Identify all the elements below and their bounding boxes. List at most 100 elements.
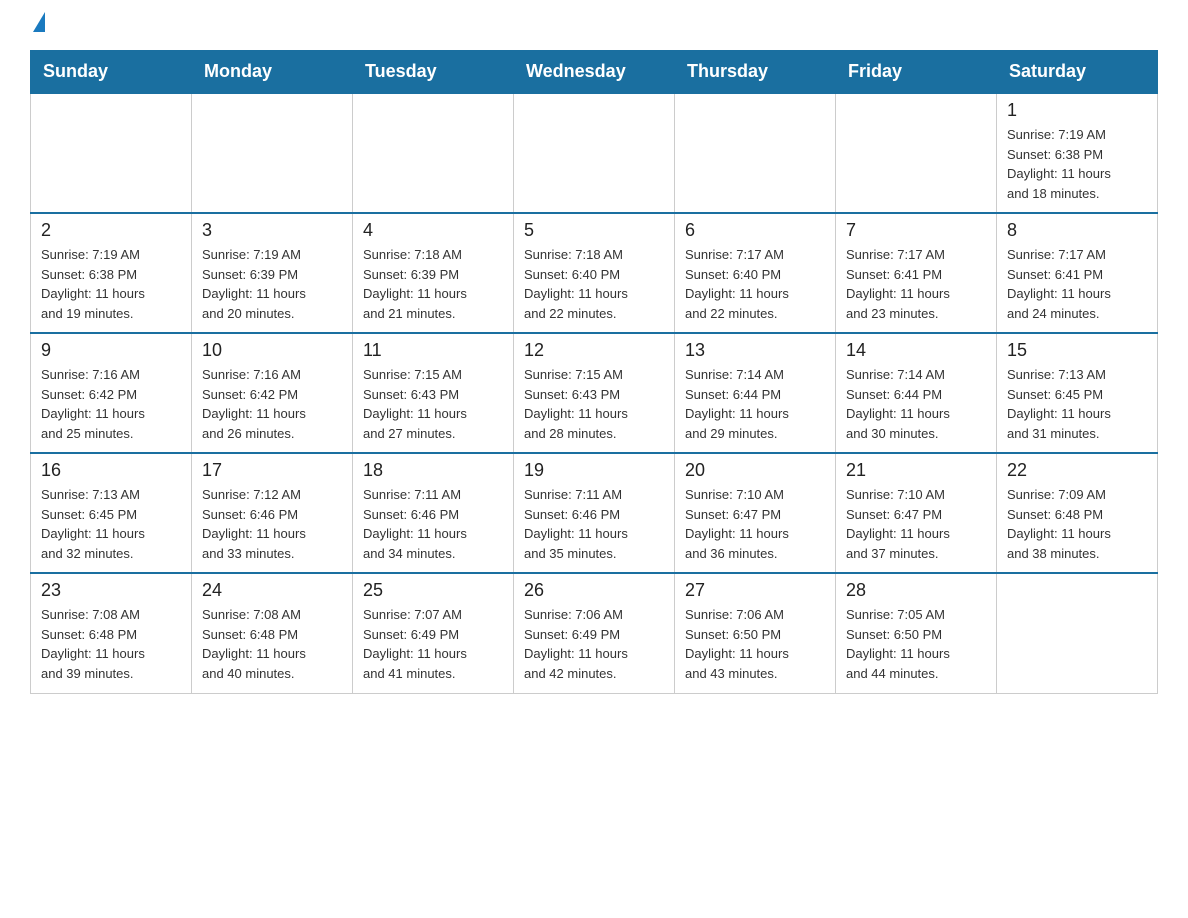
calendar-cell: 2 Sunrise: 7:19 AM Sunset: 6:38 PM Daylig…: [31, 213, 192, 333]
calendar-cell: [514, 93, 675, 213]
day-header-thursday: Thursday: [675, 51, 836, 94]
day-info: Sunrise: 7:14 AM Sunset: 6:44 PM Dayligh…: [685, 367, 789, 441]
day-info: Sunrise: 7:17 AM Sunset: 6:41 PM Dayligh…: [1007, 247, 1111, 321]
calendar-cell: 4 Sunrise: 7:18 AM Sunset: 6:39 PM Daylig…: [353, 213, 514, 333]
day-info: Sunrise: 7:18 AM Sunset: 6:39 PM Dayligh…: [363, 247, 467, 321]
day-number: 26: [524, 580, 664, 601]
calendar-cell: 16 Sunrise: 7:13 AM Sunset: 6:45 PM Dayli…: [31, 453, 192, 573]
week-row-4: 16 Sunrise: 7:13 AM Sunset: 6:45 PM Dayli…: [31, 453, 1158, 573]
week-row-1: 1 Sunrise: 7:19 AM Sunset: 6:38 PM Daylig…: [31, 93, 1158, 213]
day-number: 27: [685, 580, 825, 601]
day-info: Sunrise: 7:08 AM Sunset: 6:48 PM Dayligh…: [41, 607, 145, 681]
day-number: 25: [363, 580, 503, 601]
day-header-monday: Monday: [192, 51, 353, 94]
day-info: Sunrise: 7:19 AM Sunset: 6:39 PM Dayligh…: [202, 247, 306, 321]
day-number: 11: [363, 340, 503, 361]
day-info: Sunrise: 7:06 AM Sunset: 6:49 PM Dayligh…: [524, 607, 628, 681]
calendar-cell: 18 Sunrise: 7:11 AM Sunset: 6:46 PM Dayli…: [353, 453, 514, 573]
day-number: 10: [202, 340, 342, 361]
day-info: Sunrise: 7:11 AM Sunset: 6:46 PM Dayligh…: [363, 487, 467, 561]
day-info: Sunrise: 7:15 AM Sunset: 6:43 PM Dayligh…: [363, 367, 467, 441]
day-info: Sunrise: 7:14 AM Sunset: 6:44 PM Dayligh…: [846, 367, 950, 441]
page-header: [30, 20, 1158, 40]
calendar-cell: 26 Sunrise: 7:06 AM Sunset: 6:49 PM Dayli…: [514, 573, 675, 693]
calendar-cell: 7 Sunrise: 7:17 AM Sunset: 6:41 PM Daylig…: [836, 213, 997, 333]
calendar-cell: [192, 93, 353, 213]
day-info: Sunrise: 7:19 AM Sunset: 6:38 PM Dayligh…: [41, 247, 145, 321]
calendar-cell: 15 Sunrise: 7:13 AM Sunset: 6:45 PM Dayli…: [997, 333, 1158, 453]
day-number: 1: [1007, 100, 1147, 121]
day-number: 22: [1007, 460, 1147, 481]
day-number: 9: [41, 340, 181, 361]
day-info: Sunrise: 7:12 AM Sunset: 6:46 PM Dayligh…: [202, 487, 306, 561]
day-number: 4: [363, 220, 503, 241]
day-info: Sunrise: 7:07 AM Sunset: 6:49 PM Dayligh…: [363, 607, 467, 681]
calendar-cell: 10 Sunrise: 7:16 AM Sunset: 6:42 PM Dayli…: [192, 333, 353, 453]
calendar-cell: 11 Sunrise: 7:15 AM Sunset: 6:43 PM Dayli…: [353, 333, 514, 453]
calendar-cell: 20 Sunrise: 7:10 AM Sunset: 6:47 PM Dayli…: [675, 453, 836, 573]
calendar-cell: 19Sunrise: 7:11 AM Sunset: 6:46 PM Dayli…: [514, 453, 675, 573]
calendar-cell: 28 Sunrise: 7:05 AM Sunset: 6:50 PM Dayli…: [836, 573, 997, 693]
calendar-cell: [675, 93, 836, 213]
day-info: Sunrise: 7:06 AM Sunset: 6:50 PM Dayligh…: [685, 607, 789, 681]
day-number: 2: [41, 220, 181, 241]
day-info: Sunrise: 7:16 AM Sunset: 6:42 PM Dayligh…: [41, 367, 145, 441]
calendar-cell: 21 Sunrise: 7:10 AM Sunset: 6:47 PM Dayli…: [836, 453, 997, 573]
day-info: Sunrise: 7:18 AM Sunset: 6:40 PM Dayligh…: [524, 247, 628, 321]
day-number: 15: [1007, 340, 1147, 361]
day-number: 28: [846, 580, 986, 601]
day-info: Sunrise: 7:13 AM Sunset: 6:45 PM Dayligh…: [1007, 367, 1111, 441]
day-number: 20: [685, 460, 825, 481]
day-info: Sunrise: 7:17 AM Sunset: 6:41 PM Dayligh…: [846, 247, 950, 321]
day-info: Sunrise: 7:09 AM Sunset: 6:48 PM Dayligh…: [1007, 487, 1111, 561]
calendar-table: SundayMondayTuesdayWednesdayThursdayFrid…: [30, 50, 1158, 694]
calendar-cell: 14 Sunrise: 7:14 AM Sunset: 6:44 PM Dayli…: [836, 333, 997, 453]
day-headers-row: SundayMondayTuesdayWednesdayThursdayFrid…: [31, 51, 1158, 94]
week-row-3: 9 Sunrise: 7:16 AM Sunset: 6:42 PM Daylig…: [31, 333, 1158, 453]
day-number: 16: [41, 460, 181, 481]
day-info: Sunrise: 7:17 AM Sunset: 6:40 PM Dayligh…: [685, 247, 789, 321]
day-info: Sunrise: 7:05 AM Sunset: 6:50 PM Dayligh…: [846, 607, 950, 681]
calendar-cell: 25 Sunrise: 7:07 AM Sunset: 6:49 PM Dayli…: [353, 573, 514, 693]
day-number: 8: [1007, 220, 1147, 241]
calendar-cell: 22 Sunrise: 7:09 AM Sunset: 6:48 PM Dayli…: [997, 453, 1158, 573]
day-header-wednesday: Wednesday: [514, 51, 675, 94]
calendar-cell: 3 Sunrise: 7:19 AM Sunset: 6:39 PM Daylig…: [192, 213, 353, 333]
calendar-cell: 1 Sunrise: 7:19 AM Sunset: 6:38 PM Daylig…: [997, 93, 1158, 213]
logo-triangle-icon: [33, 12, 45, 32]
day-info: Sunrise: 7:10 AM Sunset: 6:47 PM Dayligh…: [846, 487, 950, 561]
calendar-cell: 6 Sunrise: 7:17 AM Sunset: 6:40 PM Daylig…: [675, 213, 836, 333]
calendar-cell: [836, 93, 997, 213]
calendar-cell: [997, 573, 1158, 693]
day-info: Sunrise: 7:19 AM Sunset: 6:38 PM Dayligh…: [1007, 127, 1111, 201]
day-number: 5: [524, 220, 664, 241]
calendar-cell: 23 Sunrise: 7:08 AM Sunset: 6:48 PM Dayli…: [31, 573, 192, 693]
day-number: 18: [363, 460, 503, 481]
day-info: Sunrise: 7:16 AM Sunset: 6:42 PM Dayligh…: [202, 367, 306, 441]
day-header-tuesday: Tuesday: [353, 51, 514, 94]
day-number: 14: [846, 340, 986, 361]
day-number: 24: [202, 580, 342, 601]
calendar-cell: 27 Sunrise: 7:06 AM Sunset: 6:50 PM Dayli…: [675, 573, 836, 693]
day-number: 13: [685, 340, 825, 361]
day-number: 3: [202, 220, 342, 241]
day-info: Sunrise: 7:15 AM Sunset: 6:43 PM Dayligh…: [524, 367, 628, 441]
day-number: 6: [685, 220, 825, 241]
day-number: 23: [41, 580, 181, 601]
calendar-cell: [353, 93, 514, 213]
week-row-2: 2 Sunrise: 7:19 AM Sunset: 6:38 PM Daylig…: [31, 213, 1158, 333]
calendar-cell: 24 Sunrise: 7:08 AM Sunset: 6:48 PM Dayli…: [192, 573, 353, 693]
day-info: Sunrise: 7:08 AM Sunset: 6:48 PM Dayligh…: [202, 607, 306, 681]
day-info: Sunrise: 7:11 AM Sunset: 6:46 PM Dayligh…: [524, 487, 628, 561]
day-number: 7: [846, 220, 986, 241]
logo: [30, 20, 45, 40]
day-number: 17: [202, 460, 342, 481]
day-info: Sunrise: 7:13 AM Sunset: 6:45 PM Dayligh…: [41, 487, 145, 561]
day-header-saturday: Saturday: [997, 51, 1158, 94]
calendar-cell: 12 Sunrise: 7:15 AM Sunset: 6:43 PM Dayli…: [514, 333, 675, 453]
day-info: Sunrise: 7:10 AM Sunset: 6:47 PM Dayligh…: [685, 487, 789, 561]
day-number: 12: [524, 340, 664, 361]
day-number: 21: [846, 460, 986, 481]
calendar-cell: 13 Sunrise: 7:14 AM Sunset: 6:44 PM Dayli…: [675, 333, 836, 453]
calendar-cell: 5 Sunrise: 7:18 AM Sunset: 6:40 PM Daylig…: [514, 213, 675, 333]
